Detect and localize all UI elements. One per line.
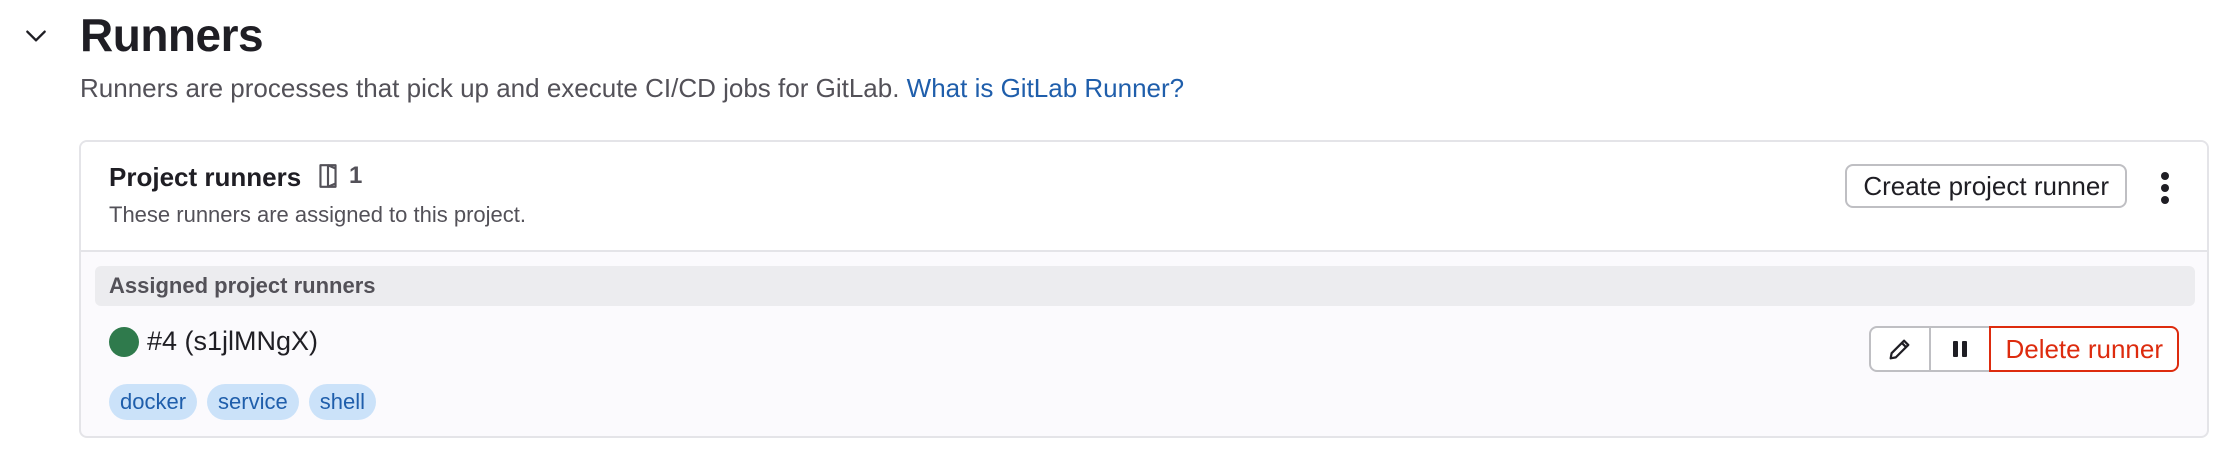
more-actions-button[interactable] [2145, 168, 2185, 208]
runner-actions: Delete runner [1869, 326, 2179, 372]
kebab-menu-icon [2161, 172, 2169, 204]
pause-runner-button[interactable] [1931, 326, 1992, 372]
project-runners-card: Project runners 1 These runners are assi… [79, 140, 2209, 438]
runner-count: 1 [315, 162, 362, 190]
status-online-icon [109, 326, 139, 357]
runners-section: Runners Runners are processes that pick … [0, 0, 2226, 454]
runner-icon [319, 164, 337, 188]
card-header: Project runners 1 These runners are assi… [81, 142, 2207, 252]
create-project-runner-button[interactable]: Create project runner [1845, 164, 2127, 208]
help-link[interactable]: What is GitLab Runner? [907, 73, 1184, 103]
runner-name[interactable]: #4 (s1jlMNgX) [147, 326, 318, 357]
tag-shell[interactable]: shell [308, 384, 376, 420]
group-header: Assigned project runners [95, 266, 2195, 306]
card-subtitle: These runners are assigned to this proje… [109, 202, 527, 227]
tag-service[interactable]: service [207, 384, 299, 420]
pause-icon [1953, 341, 1968, 357]
runner-tags: docker service shell [109, 384, 376, 420]
group-label: Assigned project runners [109, 273, 376, 298]
card-title: Project runners [109, 162, 302, 192]
edit-runner-button[interactable] [1869, 326, 1932, 372]
section-description: Runners are processes that pick up and e… [80, 72, 1184, 106]
runner-item: #4 (s1jlMNgX) [109, 326, 318, 357]
page-title: Runners [80, 9, 264, 61]
chevron-down-icon [26, 30, 46, 42]
delete-runner-button[interactable]: Delete runner [1989, 326, 2179, 372]
pencil-icon [1890, 339, 1910, 360]
description-text: Runners are processes that pick up and e… [80, 73, 907, 103]
runner-count-value: 1 [349, 162, 363, 189]
tag-docker[interactable]: docker [109, 384, 198, 420]
collapse-toggle[interactable] [18, 18, 54, 54]
